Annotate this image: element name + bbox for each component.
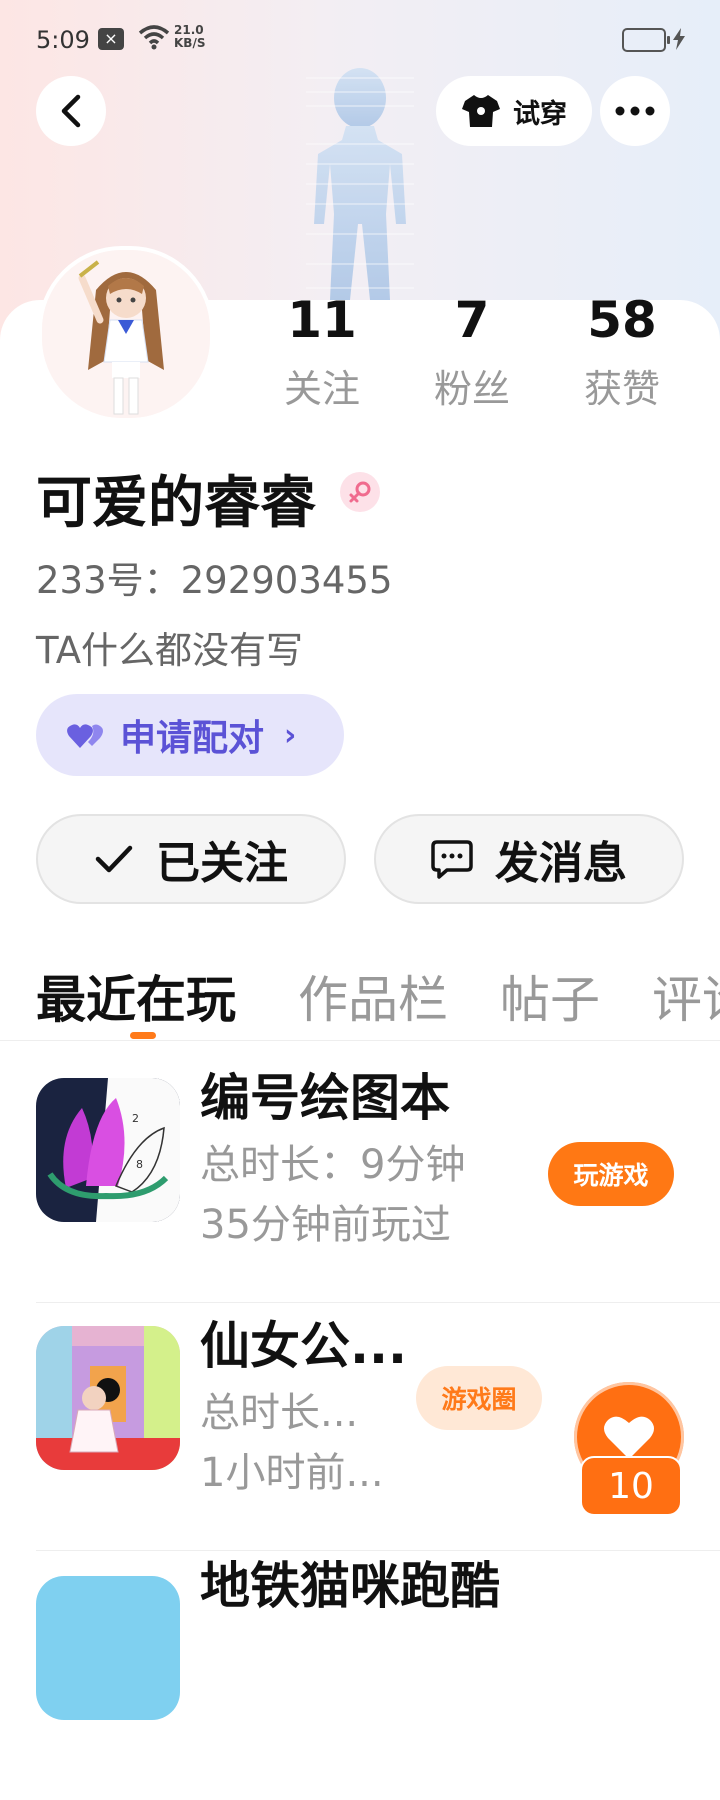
stat-following-value: 11 bbox=[287, 291, 357, 349]
try-on-button[interactable]: 试穿 bbox=[436, 76, 592, 146]
followed-button[interactable]: 已关注 bbox=[36, 814, 346, 904]
game-duration: 总时长：9分钟 bbox=[200, 1142, 466, 1188]
request-pair-button[interactable]: 申请配对 › bbox=[36, 694, 344, 776]
stat-following-label: 关注 bbox=[283, 367, 360, 411]
request-pair-label: 申请配对 bbox=[120, 718, 265, 759]
checkmark-icon bbox=[95, 845, 133, 873]
avatar-3d-figure-hologram bbox=[306, 68, 414, 300]
tab-comments[interactable]: 评论 bbox=[652, 960, 720, 1032]
network-speed: 21.0 KB/S bbox=[174, 24, 205, 50]
status-time: 5:09 bbox=[36, 26, 90, 54]
stat-following[interactable]: 11 关注 bbox=[252, 292, 392, 413]
heart-icon bbox=[604, 1416, 654, 1459]
try-on-label: 试穿 bbox=[513, 98, 567, 130]
tab-works[interactable]: 作品栏 bbox=[298, 960, 448, 1032]
status-bar: 5:09 × 21.0 KB/S bbox=[0, 0, 720, 80]
list-item[interactable]: 地铁猫咪跑酷 bbox=[36, 1550, 720, 1800]
send-message-label: 发消息 bbox=[495, 838, 627, 889]
game-title: 仙女公... bbox=[200, 1317, 407, 1375]
back-button[interactable] bbox=[36, 76, 106, 146]
play-game-button[interactable]: 玩游戏 bbox=[548, 1142, 674, 1206]
stat-likes-label: 获赞 bbox=[583, 367, 660, 411]
followed-label: 已关注 bbox=[156, 838, 288, 889]
user-bio: TA什么都没有写 bbox=[36, 629, 304, 672]
game-title: 编号绘图本 bbox=[200, 1069, 450, 1127]
more-options-button[interactable] bbox=[600, 76, 670, 146]
game-icon-subway bbox=[36, 1576, 180, 1720]
no-sim-icon: × bbox=[98, 28, 124, 50]
game-icon-lotus: 2 8 bbox=[36, 1078, 180, 1222]
list-item[interactable]: 2 8 编号绘图本 总时长：9分钟 35分钟前玩过 玩游戏 bbox=[36, 1052, 720, 1303]
wifi-icon bbox=[138, 25, 170, 50]
charging-icon bbox=[673, 28, 685, 50]
profile-name: 可爱的睿睿 bbox=[36, 471, 316, 536]
game-last-played: 1小时前... bbox=[200, 1450, 384, 1496]
avatar[interactable] bbox=[38, 246, 214, 422]
active-tab-indicator bbox=[130, 1032, 156, 1039]
double-heart-icon bbox=[67, 724, 103, 748]
back-arrow-icon bbox=[61, 94, 81, 128]
stat-followers-label: 粉丝 bbox=[433, 367, 510, 411]
like-count-badge: 10 bbox=[580, 1456, 682, 1516]
battery-icon bbox=[622, 28, 670, 52]
tabs-divider bbox=[0, 1040, 720, 1041]
chat-bubble-icon bbox=[431, 840, 473, 879]
avatar-anime-girl-image bbox=[42, 250, 210, 418]
tshirt-icon bbox=[462, 95, 500, 127]
svg-text:2: 2 bbox=[132, 1112, 139, 1125]
chevron-right-icon: › bbox=[284, 717, 297, 753]
profile-tabs: 最近在玩 作品栏 帖子 评论 bbox=[0, 960, 720, 1040]
game-circle-button[interactable]: 游戏圈 bbox=[416, 1366, 542, 1430]
stat-followers[interactable]: 7 粉丝 bbox=[402, 292, 542, 413]
network-speed-unit: KB/S bbox=[174, 36, 206, 50]
game-duration: 总时长... bbox=[200, 1390, 359, 1436]
more-dots-icon bbox=[615, 106, 655, 116]
send-message-button[interactable]: 发消息 bbox=[374, 814, 684, 904]
stat-likes-value: 58 bbox=[587, 291, 657, 349]
network-speed-value: 21.0 bbox=[174, 23, 204, 37]
stat-likes[interactable]: 58 获赞 bbox=[552, 292, 692, 413]
stat-followers-value: 7 bbox=[454, 291, 490, 349]
game-icon-fairy bbox=[36, 1326, 180, 1470]
game-last-played: 35分钟前玩过 bbox=[200, 1202, 451, 1248]
svg-text:8: 8 bbox=[136, 1158, 143, 1171]
female-gender-icon bbox=[340, 472, 380, 512]
game-title: 地铁猫咪跑酷 bbox=[200, 1557, 500, 1615]
tab-recently-played[interactable]: 最近在玩 bbox=[36, 960, 236, 1032]
user-id: 233号：292903455 bbox=[36, 559, 393, 602]
tab-posts[interactable]: 帖子 bbox=[500, 960, 600, 1032]
